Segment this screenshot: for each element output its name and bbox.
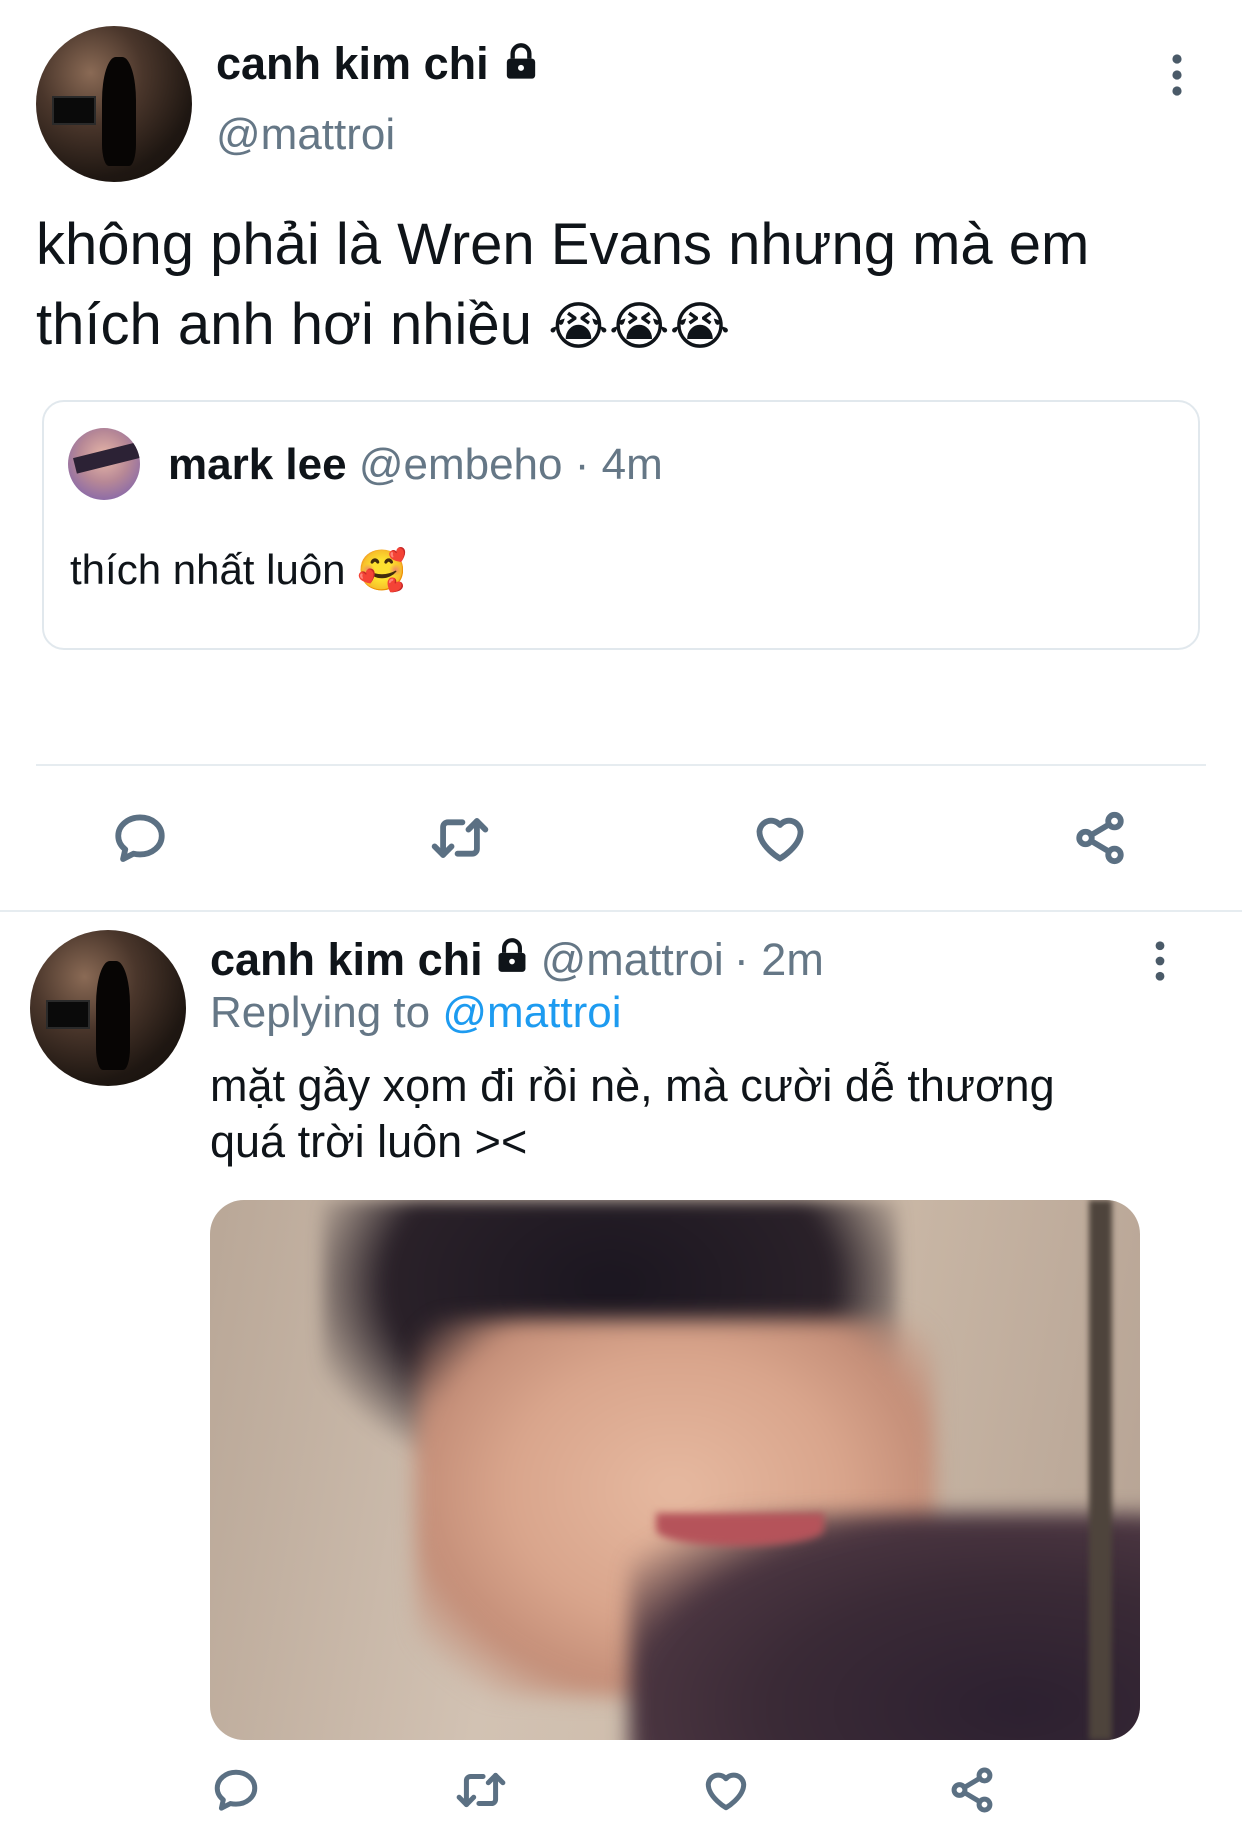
heart-icon (756, 817, 804, 862)
heart-icon (705, 1772, 747, 1811)
tweet-text-line2: thích anh hơi nhiều (36, 292, 532, 357)
tweet-text-line1: không phải là Wren Evans nhưng mà em (36, 212, 1090, 277)
lock-icon (493, 934, 531, 986)
quoted-avatar[interactable] (68, 428, 140, 500)
more-button[interactable] (1160, 50, 1194, 100)
section-divider (0, 910, 1242, 912)
quoted-time: · 4m (574, 440, 663, 489)
replying-to-row: Replying to @mattroi (210, 988, 622, 1038)
replying-to-handle[interactable]: @mattroi (442, 988, 621, 1037)
reply-author-row: canh kim chi @mattroi · 2m (210, 934, 824, 986)
retweet-icon (431, 818, 489, 858)
quoted-display-name[interactable]: mark lee (168, 440, 347, 489)
reply-text-line1: mặt gầy xọm đi rồi nè, mà cười dễ thương (210, 1060, 1055, 1111)
quoted-tweet[interactable]: mark lee @embeho · 4m thích nhất luôn 🥰 (42, 400, 1200, 650)
handle[interactable]: @mattroi (216, 110, 395, 160)
avatar-background (51, 96, 97, 126)
tweet-text-line2-wrap: thích anh hơi nhiều 😭😭😭 (36, 285, 1216, 367)
reply-time: · 2m (733, 934, 824, 985)
quoted-avatar-stripe (72, 441, 140, 474)
reply-button[interactable] (106, 806, 174, 870)
share-icon (951, 1767, 993, 1813)
lock-icon (501, 42, 541, 87)
avatar[interactable] (36, 26, 192, 182)
replying-to-label: Replying to (210, 988, 431, 1037)
like-button[interactable] (746, 806, 814, 870)
divider (36, 764, 1206, 766)
share-button[interactable] (1066, 806, 1134, 870)
reply-handle[interactable]: @mattroi (541, 934, 724, 986)
reply-like-button[interactable] (696, 1762, 756, 1818)
reply-text: mặt gầy xọm đi rồi nè, mà cười dễ thương… (210, 1058, 1210, 1170)
photo-shirt (628, 1513, 1140, 1740)
quoted-text-row: thích nhất luôn 🥰 (70, 546, 407, 594)
more-vertical-icon (1172, 54, 1182, 96)
photo-smile (656, 1513, 824, 1546)
reply-display-name[interactable]: canh kim chi (210, 934, 483, 986)
more-vertical-icon (1155, 941, 1165, 981)
reply-reply-button[interactable] (206, 1762, 266, 1818)
reply-icon (115, 814, 165, 862)
reply-avatar-figure (95, 961, 130, 1071)
quoted-author-row: mark lee @embeho · 4m (168, 440, 663, 490)
quoted-text: thích nhất luôn (70, 546, 346, 593)
author-row: canh kim chi (216, 38, 541, 90)
retweet-icon (456, 1772, 506, 1808)
display-name[interactable]: canh kim chi (216, 38, 489, 90)
reply-share-button[interactable] (942, 1762, 1002, 1818)
quoted-handle[interactable]: @embeho (359, 440, 563, 489)
share-icon (1076, 811, 1124, 865)
reply-more-button[interactable] (1143, 936, 1177, 986)
retweet-button[interactable] (424, 806, 496, 870)
tweet-text: không phải là Wren Evans nhưng mà em thí… (36, 205, 1216, 367)
avatar-figure (101, 57, 136, 167)
reply-photo[interactable] (210, 1200, 1140, 1740)
photo-edge (1088, 1200, 1113, 1740)
reply-retweet-button[interactable] (450, 1762, 512, 1818)
reply-icon (214, 1769, 258, 1811)
reply-text-line2: quá trời luôn >< (210, 1116, 528, 1167)
reply-avatar[interactable] (30, 930, 186, 1086)
reply-avatar-background (45, 1000, 91, 1030)
crying-emoji: 😭😭😭 (548, 297, 731, 357)
smiling-hearts-emoji: 🥰 (357, 548, 408, 594)
